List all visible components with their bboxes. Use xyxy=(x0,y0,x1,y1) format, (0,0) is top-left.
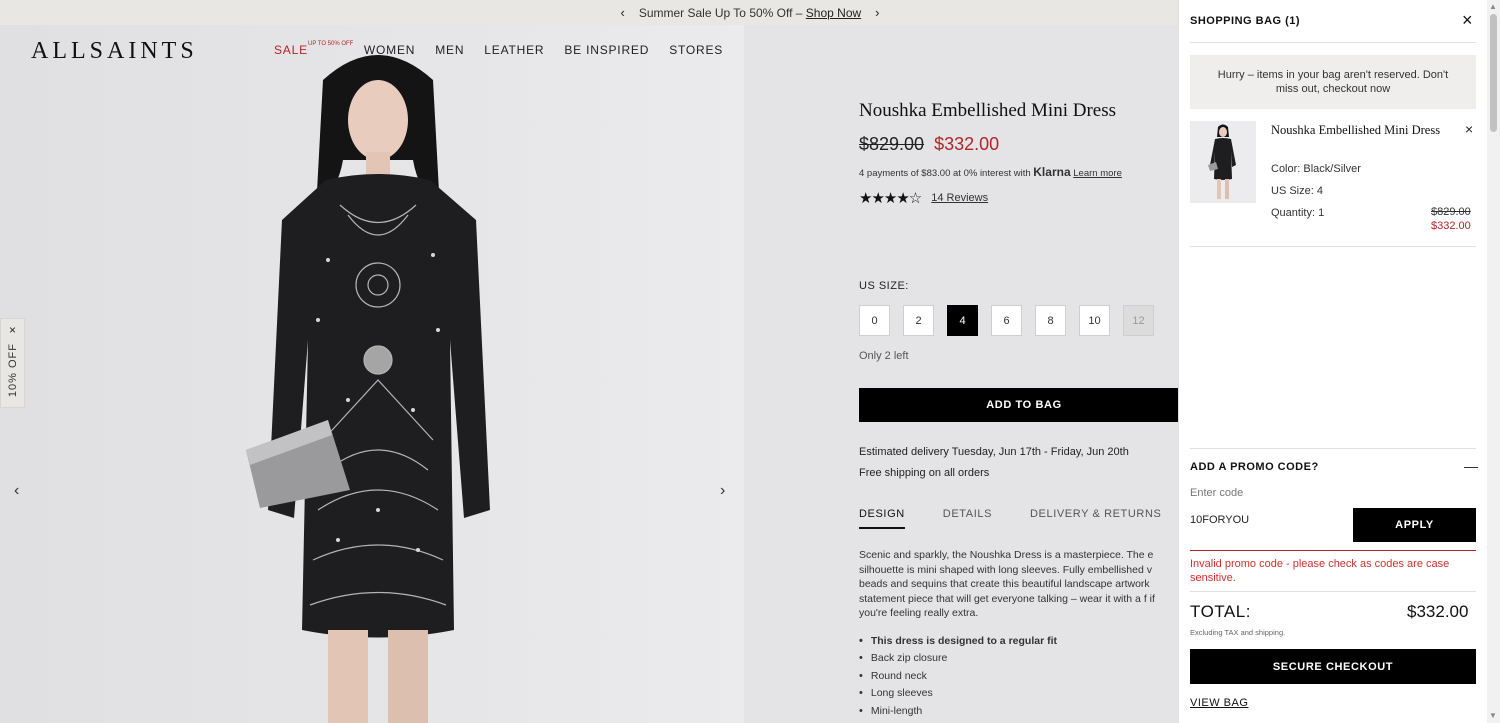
size-selector: 0 2 4 6 8 10 12 xyxy=(859,305,1154,336)
bag-item-quantity: Quantity: 1 xyxy=(1271,207,1325,219)
promo-input-underline xyxy=(1190,550,1476,551)
brand-logo[interactable]: ALLSAINTS xyxy=(31,38,198,65)
announcement-next-icon[interactable]: › xyxy=(875,5,879,20)
announcement-prev-icon[interactable]: ‹ xyxy=(620,5,624,20)
sale-badge: UP TO 50% OFF xyxy=(308,41,354,47)
feature-item: Back zip closure xyxy=(859,650,1179,668)
bag-notice: Hurry – items in your bag aren't reserve… xyxy=(1190,55,1476,109)
bag-title: SHOPPING BAG (1) xyxy=(1190,15,1301,27)
product-title: Noushka Embellished Mini Dress xyxy=(859,100,1117,121)
size-option[interactable]: 2 xyxy=(903,305,934,336)
bag-item-name[interactable]: Noushka Embellished Mini Dress xyxy=(1271,121,1441,140)
size-option-unavailable[interactable]: 12 xyxy=(1123,305,1154,336)
side-tab-label: 10% OFF xyxy=(6,343,19,398)
product-description: Scenic and sparkly, the Noushka Dress is… xyxy=(859,549,1155,619)
feature-item: Long sleeves xyxy=(859,685,1179,703)
product-price: $829.00 $332.00 xyxy=(859,134,1189,155)
scrollbar-thumb[interactable] xyxy=(1490,14,1497,132)
announcement-text: Summer Sale Up To 50% Off – Shop Now xyxy=(639,6,861,20)
side-tab-close-icon[interactable]: × xyxy=(9,323,16,337)
divider xyxy=(1190,591,1476,592)
bag-item-original-price: $829.00 xyxy=(1431,206,1471,218)
product-rating: ★★★★☆ 14 Reviews xyxy=(859,189,1189,207)
shop-now-link[interactable]: Shop Now xyxy=(806,6,861,20)
original-price: $829.00 xyxy=(859,134,925,154)
feature-item: Mini-length xyxy=(859,702,1179,720)
feature-item: Round neck xyxy=(859,667,1179,685)
size-option-selected[interactable]: 4 xyxy=(947,305,978,336)
product-info: Noushka Embellished Mini Dress $829.00 $… xyxy=(859,100,1189,207)
tab-design[interactable]: DESIGN xyxy=(859,508,905,529)
view-bag-link[interactable]: VIEW BAG xyxy=(1190,697,1248,709)
bag-item-size: US Size: 4 xyxy=(1271,185,1323,197)
site-header: ALLSAINTS SALE UP TO 50% OFF WOMEN MEN LE… xyxy=(0,25,1178,75)
divider xyxy=(1190,448,1476,449)
apply-button[interactable]: APPLY xyxy=(1353,508,1476,542)
shopping-bag-drawer: SHOPPING BAG (1) × Hurry – items in your… xyxy=(1178,0,1487,723)
shipping-note: Free shipping on all orders xyxy=(859,467,990,479)
discount-side-tab[interactable]: × 10% OFF xyxy=(0,318,25,408)
klarna-text: 4 payments of $83.00 at 0% interest with xyxy=(859,168,1034,179)
feature-item: This dress is designed to a regular fit xyxy=(859,632,1179,650)
nav-item-stores[interactable]: STORES xyxy=(669,43,723,57)
remove-item-icon[interactable]: × xyxy=(1465,121,1473,137)
nav-item-men[interactable]: MEN xyxy=(435,43,464,57)
delivery-estimate: Estimated delivery Tuesday, Jun 17th - F… xyxy=(859,446,1129,458)
product-gallery: ‹ › xyxy=(0,25,744,723)
promo-error-message: Invalid promo code - please check as cod… xyxy=(1190,558,1450,584)
bag-item-thumbnail[interactable] xyxy=(1190,121,1256,203)
gallery-next-icon[interactable]: › xyxy=(720,482,725,500)
gallery-prev-icon[interactable]: ‹ xyxy=(14,482,19,500)
rating-stars-icon: ★★★★☆ xyxy=(859,190,922,207)
scroll-up-icon[interactable]: ▲ xyxy=(1489,2,1497,11)
close-icon[interactable]: × xyxy=(1462,10,1473,31)
scroll-down-icon[interactable]: ▼ xyxy=(1489,711,1497,720)
nav-item-be-inspired[interactable]: BE INSPIRED xyxy=(564,43,649,57)
nav-sale-label: SALE xyxy=(274,43,308,57)
delivery-info: Estimated delivery Tuesday, Jun 17th - F… xyxy=(859,442,1129,484)
feature-list: This dress is designed to a regular fit … xyxy=(859,632,1179,720)
size-option[interactable]: 6 xyxy=(991,305,1022,336)
size-option[interactable]: 8 xyxy=(1035,305,1066,336)
tab-delivery-returns[interactable]: DELIVERY & RETURNS xyxy=(1030,508,1161,529)
divider xyxy=(1190,246,1476,247)
bag-item-price: $332.00 xyxy=(1431,220,1471,232)
tab-details[interactable]: DETAILS xyxy=(943,508,992,529)
add-to-bag-button[interactable]: ADD TO BAG xyxy=(859,388,1189,422)
promo-code-label: Enter code xyxy=(1190,487,1244,499)
divider xyxy=(1190,42,1476,43)
size-option[interactable]: 10 xyxy=(1079,305,1110,336)
collapse-icon[interactable]: — xyxy=(1464,458,1478,474)
product-model-image xyxy=(246,55,490,723)
scrollbar[interactable]: ▲ ▼ xyxy=(1487,0,1500,723)
main-nav: SALE UP TO 50% OFF WOMEN MEN LEATHER BE I… xyxy=(274,41,723,57)
secure-checkout-button[interactable]: SECURE CHECKOUT xyxy=(1190,649,1476,684)
klarna-logo: Klarna xyxy=(1033,165,1071,179)
klarna-message: 4 payments of $83.00 at 0% interest with… xyxy=(859,165,1189,179)
total-amount: $332.00 xyxy=(1407,602,1469,621)
sale-price: $332.00 xyxy=(934,134,1000,154)
size-label: US SIZE: xyxy=(859,280,909,292)
promo-code-input[interactable] xyxy=(1190,514,1350,526)
nav-item-sale[interactable]: SALE UP TO 50% OFF xyxy=(274,41,353,57)
total-label: TOTAL: xyxy=(1190,602,1251,621)
promo-code-heading[interactable]: ADD A PROMO CODE? xyxy=(1190,461,1319,473)
announcement-message: Summer Sale Up To 50% Off – xyxy=(638,5,806,20)
stock-note: Only 2 left xyxy=(859,350,909,362)
reviews-link[interactable]: 14 Reviews xyxy=(931,192,988,204)
product-tabs: DESIGN DETAILS DELIVERY & RETURNS xyxy=(859,508,1161,529)
bag-item-color: Color: Black/Silver xyxy=(1271,163,1361,175)
nav-item-leather[interactable]: LEATHER xyxy=(484,43,544,57)
tax-note: Excluding TAX and shipping. xyxy=(1190,628,1286,637)
size-option[interactable]: 0 xyxy=(859,305,890,336)
klarna-learn-more-link[interactable]: Learn more xyxy=(1073,168,1122,179)
nav-item-women[interactable]: WOMEN xyxy=(364,43,415,57)
